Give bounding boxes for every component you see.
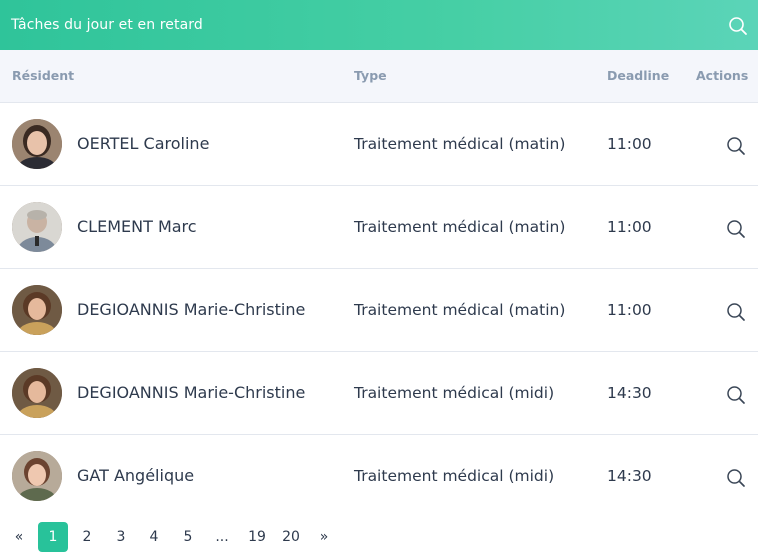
task-type: Traitement médical (midi) — [354, 384, 555, 402]
task-deadline: 11:00 — [607, 301, 652, 319]
page-19-button[interactable]: 19 — [244, 522, 270, 552]
task-deadline: 11:00 — [607, 135, 652, 153]
search-icon[interactable] — [725, 301, 747, 323]
search-icon[interactable] — [728, 16, 748, 36]
avatar — [12, 368, 62, 418]
task-deadline: 11:00 — [607, 218, 652, 236]
search-icon[interactable] — [725, 135, 747, 157]
avatar — [12, 285, 62, 335]
task-table-body: OERTEL Caroline Traitement médical (mati… — [0, 103, 758, 518]
page-2-button[interactable]: 2 — [77, 522, 97, 552]
table-row: GAT Angélique Traitement médical (midi) … — [0, 435, 758, 518]
table-header: Résident Type Deadline Actions — [0, 50, 758, 103]
resident-name[interactable]: OERTEL Caroline — [77, 134, 209, 153]
pagination-prev[interactable]: « — [10, 522, 28, 552]
task-type: Traitement médical (midi) — [354, 467, 555, 485]
resident-name[interactable]: GAT Angélique — [77, 466, 194, 485]
page-ellipsis: ... — [215, 529, 229, 545]
search-icon[interactable] — [725, 218, 747, 240]
page-4-button[interactable]: 4 — [144, 522, 164, 552]
table-row: DEGIOANNIS Marie-Christine Traitement mé… — [0, 269, 758, 352]
search-icon[interactable] — [725, 384, 747, 406]
column-header-deadline[interactable]: Deadline — [607, 68, 669, 83]
pagination: « 1 2 3 4 5 ... 19 20 » — [0, 520, 758, 552]
task-deadline: 14:30 — [607, 467, 652, 485]
resident-name[interactable]: CLEMENT Marc — [77, 217, 197, 236]
column-header-resident[interactable]: Résident — [12, 68, 74, 83]
task-type: Traitement médical (matin) — [354, 135, 566, 153]
column-header-actions: Actions — [696, 68, 749, 83]
search-icon[interactable] — [725, 467, 747, 489]
table-row: DEGIOANNIS Marie-Christine Traitement mé… — [0, 352, 758, 435]
page-3-button[interactable]: 3 — [111, 522, 131, 552]
avatar — [12, 451, 62, 501]
task-type: Traitement médical (matin) — [354, 301, 566, 319]
page-1-button[interactable]: 1 — [38, 522, 68, 552]
column-header-type[interactable]: Type — [354, 68, 387, 83]
resident-name[interactable]: DEGIOANNIS Marie-Christine — [77, 383, 305, 402]
task-type: Traitement médical (matin) — [354, 218, 566, 236]
avatar — [12, 119, 62, 169]
avatar — [12, 202, 62, 252]
page-5-button[interactable]: 5 — [178, 522, 198, 552]
page-20-button[interactable]: 20 — [278, 522, 304, 552]
task-deadline: 14:30 — [607, 384, 652, 402]
panel-header: Tâches du jour et en retard — [0, 0, 758, 50]
table-row: OERTEL Caroline Traitement médical (mati… — [0, 103, 758, 186]
pagination-next[interactable]: » — [315, 522, 333, 552]
panel-title: Tâches du jour et en retard — [11, 17, 203, 33]
table-row: CLEMENT Marc Traitement médical (matin) … — [0, 186, 758, 269]
resident-name[interactable]: DEGIOANNIS Marie-Christine — [77, 300, 305, 319]
